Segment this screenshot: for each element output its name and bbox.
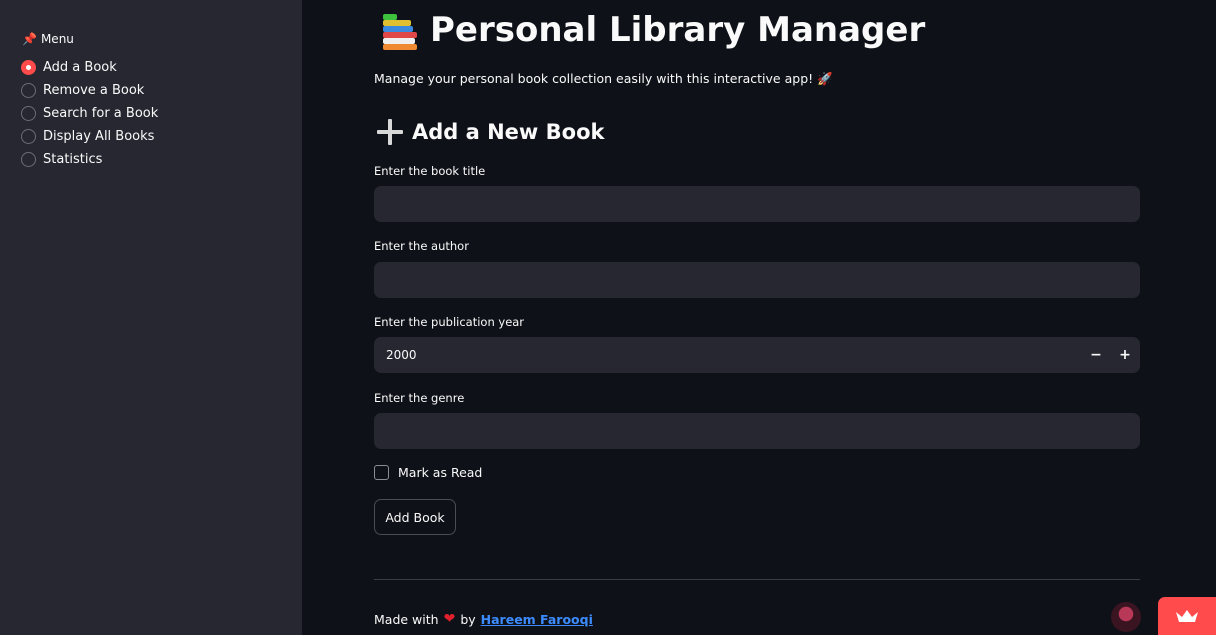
increment-button[interactable]: + — [1111, 337, 1139, 373]
avatar[interactable] — [1111, 602, 1141, 632]
radio-label: Search for a Book — [43, 106, 159, 121]
mark-as-read-checkbox-row[interactable]: Mark as Read — [374, 465, 482, 480]
author-link[interactable]: Hareem Farooqi — [481, 612, 593, 627]
radio-remove-book[interactable]: Remove a Book — [21, 79, 158, 102]
add-book-button[interactable]: Add Book — [374, 499, 456, 535]
radio-label: Statistics — [43, 152, 103, 167]
section-heading: Add a New Book — [376, 118, 604, 146]
menu-label: 📌 Menu — [22, 32, 74, 46]
footer-by: by — [460, 611, 476, 627]
radio-selected-icon[interactable] — [21, 60, 36, 75]
streamlit-badge[interactable] — [1158, 597, 1216, 635]
book-title-input[interactable] — [374, 186, 1140, 222]
radio-icon[interactable] — [21, 129, 36, 144]
pushpin-icon: 📌 — [22, 32, 37, 46]
sidebar: 📌 Menu Add a Book Remove a Book Search f… — [0, 0, 302, 635]
publication-year-stepper: − + — [374, 337, 1140, 373]
publication-year-input[interactable] — [374, 337, 1064, 373]
mark-as-read-label: Mark as Read — [398, 465, 483, 480]
plus-icon — [376, 118, 404, 146]
author-label: Enter the author — [374, 239, 469, 253]
radio-add-book[interactable]: Add a Book — [21, 56, 158, 79]
genre-label: Enter the genre — [374, 391, 465, 405]
menu-radio-group: Add a Book Remove a Book Search for a Bo… — [21, 56, 158, 171]
genre-input[interactable] — [374, 413, 1140, 449]
author-input[interactable] — [374, 262, 1140, 298]
divider — [374, 579, 1140, 580]
radio-label: Display All Books — [43, 129, 155, 144]
mark-as-read-checkbox[interactable] — [374, 465, 389, 480]
radio-label: Add a Book — [43, 60, 117, 75]
radio-label: Remove a Book — [43, 83, 145, 98]
books-icon — [380, 11, 420, 50]
radio-icon[interactable] — [21, 83, 36, 98]
radio-icon[interactable] — [21, 152, 36, 167]
menu-label-text: Menu — [40, 32, 74, 46]
page-subtitle: Manage your personal book collection eas… — [374, 71, 833, 86]
crown-icon — [1176, 610, 1198, 622]
radio-icon[interactable] — [21, 106, 36, 121]
publication-year-label: Enter the publication year — [374, 315, 525, 329]
radio-display-all-books[interactable]: Display All Books — [21, 125, 158, 148]
radio-statistics[interactable]: Statistics — [21, 148, 158, 171]
footer-prefix: Made with — [374, 611, 439, 627]
heart-icon: ❤ — [443, 611, 456, 627]
book-title-label: Enter the book title — [374, 164, 486, 178]
decrement-button[interactable]: − — [1082, 337, 1110, 373]
radio-search-book[interactable]: Search for a Book — [21, 102, 158, 125]
footer: Made with ❤ by Hareem Farooqi — [374, 611, 593, 627]
page-title-text: Personal Library Manager — [430, 10, 926, 50]
page-title: Personal Library Manager — [380, 10, 925, 50]
section-heading-text: Add a New Book — [412, 120, 605, 144]
